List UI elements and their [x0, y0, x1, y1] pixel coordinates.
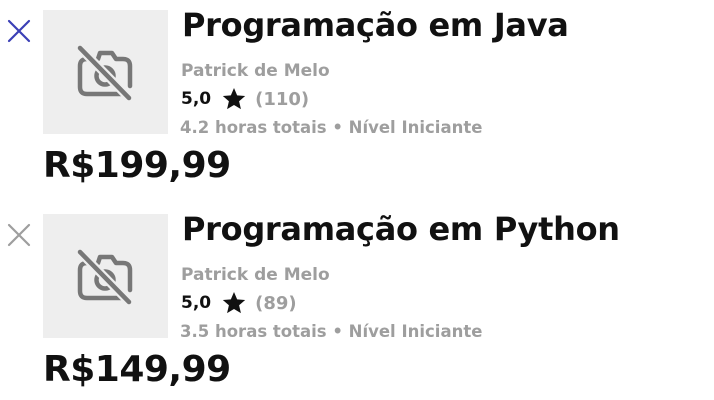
review-count: (89): [255, 292, 297, 314]
course-list: Programação em Java Patrick de Melo 5,0 …: [0, 0, 714, 400]
course-meta: 4.2 horas totais • Nível Iniciante: [180, 118, 483, 137]
course-title[interactable]: Programação em Java: [182, 6, 569, 44]
camera-off-icon: [74, 42, 135, 103]
course-item: Programação em Python Patrick de Melo 5,…: [0, 204, 714, 400]
camera-off-icon: [74, 246, 135, 307]
course-author: Patrick de Melo: [181, 61, 330, 81]
star-icon: [222, 291, 246, 314]
course-price: R$149,99: [43, 349, 231, 390]
course-item: Programação em Java Patrick de Melo 5,0 …: [0, 0, 714, 200]
course-thumbnail[interactable]: [43, 10, 168, 134]
review-count: (110): [255, 88, 310, 110]
close-icon: [7, 223, 31, 247]
course-rating: 5,0 (89): [181, 290, 297, 316]
course-thumbnail[interactable]: [43, 214, 168, 338]
course-rating: 5,0 (110): [181, 86, 309, 112]
rating-value: 5,0: [181, 293, 212, 313]
remove-course-button[interactable]: [6, 18, 32, 44]
star-icon: [222, 87, 246, 110]
course-title[interactable]: Programação em Python: [182, 210, 620, 248]
remove-course-button[interactable]: [6, 222, 32, 248]
close-icon: [7, 19, 31, 43]
course-price: R$199,99: [43, 145, 231, 186]
rating-value: 5,0: [181, 89, 212, 109]
course-meta: 3.5 horas totais • Nível Iniciante: [180, 322, 483, 341]
course-author: Patrick de Melo: [181, 265, 330, 285]
